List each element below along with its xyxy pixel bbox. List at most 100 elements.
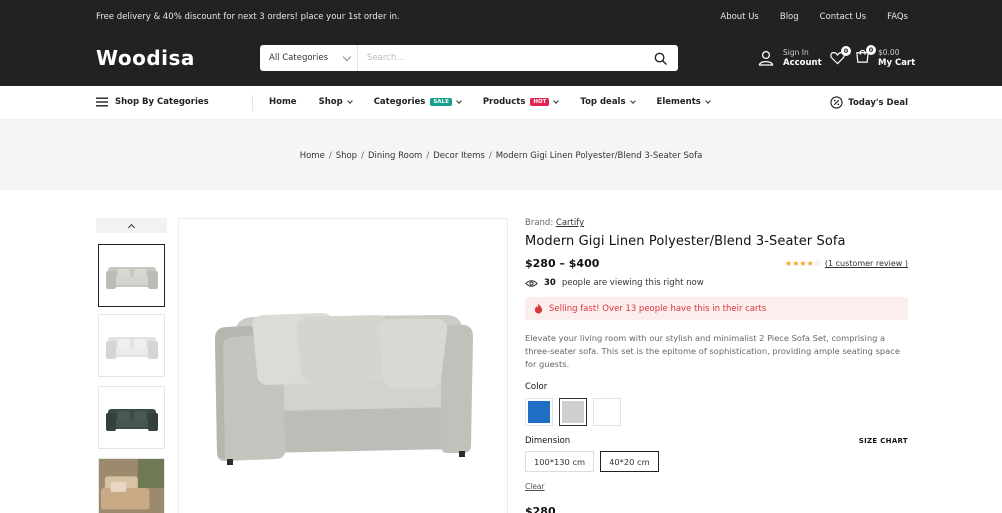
nav-item-home[interactable]: Home xyxy=(269,97,297,107)
nav-item-categories[interactable]: Categories SALE xyxy=(373,97,462,107)
brand-link[interactable]: Cartify xyxy=(556,218,584,228)
breadcrumb-current: Modern Gigi Linen Polyester/Blend 3-Seat… xyxy=(495,151,703,161)
thumbnail-white-sofa[interactable] xyxy=(98,314,165,377)
nav-item-top-deals[interactable]: Top deals xyxy=(580,97,636,107)
viewing-text: people are viewing this right now xyxy=(561,278,704,288)
shop-by-categories-label: Shop By Categories xyxy=(115,97,209,107)
star-rating: ★★★★☆ xyxy=(785,259,821,268)
site-logo[interactable]: Woodisa xyxy=(96,46,195,70)
dimension-option-selected[interactable]: 40*20 cm xyxy=(600,451,659,472)
nav-item-label: Shop xyxy=(318,97,343,107)
breadcrumb-decor-items[interactable]: Decor Items xyxy=(433,151,485,161)
hot-badge: HOT xyxy=(530,98,550,106)
dimension-option[interactable]: 100*130 cm xyxy=(525,451,595,472)
top-bar: Free delivery & 40% discount for next 3 … xyxy=(0,0,1002,32)
search-input[interactable] xyxy=(358,46,642,70)
eye-icon xyxy=(525,279,538,287)
dimension-label: Dimension xyxy=(525,436,571,446)
color-swatch-blue[interactable] xyxy=(525,398,553,426)
color-swatch-grey[interactable] xyxy=(559,398,587,426)
review-link[interactable]: (1 customer review ) xyxy=(825,259,908,268)
color-label: Color xyxy=(525,382,548,392)
nav-item-shop[interactable]: Shop xyxy=(318,97,353,107)
chevron-down-icon xyxy=(704,98,711,104)
search-button[interactable] xyxy=(642,45,678,71)
price-range: $280 – $400 xyxy=(525,257,600,270)
clear-selection-link[interactable]: Clear xyxy=(525,482,908,491)
breadcrumb-dining-room[interactable]: Dining Room xyxy=(368,151,422,161)
nav-item-elements[interactable]: Elements xyxy=(656,97,711,107)
site-header: Woodisa All Categories Sign In Account 0 xyxy=(0,32,1002,86)
breadcrumb-band: Home / Shop / Dining Room / Decor Items / Modern… xyxy=(0,120,1002,190)
thumbnail-green-sofa[interactable] xyxy=(98,386,165,449)
rating: ★★★★☆ (1 customer review ) xyxy=(785,259,908,268)
thumbnail-scroll-up-button[interactable] xyxy=(96,218,167,233)
chevron-down-icon xyxy=(455,98,462,104)
shop-by-categories-button[interactable]: Shop By Categories xyxy=(96,97,209,107)
sale-badge: SALE xyxy=(430,98,452,106)
room-image xyxy=(99,459,164,513)
nav-item-products[interactable]: Products HOT xyxy=(482,97,560,107)
cart-amount: $0.00 xyxy=(878,48,900,57)
product-description: Elevate your living room with our stylis… xyxy=(525,333,900,369)
sofa-image xyxy=(105,336,158,359)
brand-label: Brand: xyxy=(525,218,554,228)
breadcrumb: Home / Shop / Dining Room / Decor Items / Modern… xyxy=(0,151,1002,161)
discount-icon xyxy=(830,96,843,109)
category-select[interactable]: All Categories xyxy=(260,45,358,71)
chevron-down-icon xyxy=(629,98,636,104)
nav-item-label: Categories xyxy=(373,97,426,107)
breadcrumb-separator: / xyxy=(328,151,332,161)
viewing-count: 30 xyxy=(544,278,556,288)
brand-row: Brand: Cartify xyxy=(525,218,908,228)
breadcrumb-separator: / xyxy=(361,151,364,161)
breadcrumb-separator: / xyxy=(488,151,492,161)
account-label: Account xyxy=(783,58,822,68)
search-icon xyxy=(654,52,667,65)
wishlist-count-badge: 0 xyxy=(841,46,851,56)
cart-label: My Cart xyxy=(878,58,916,68)
cart-button[interactable]: 0 $0.00 My Cart xyxy=(855,44,916,68)
account-link[interactable]: Sign In Account xyxy=(758,48,822,68)
thumbnail-gallery xyxy=(96,218,167,513)
nav-item-label: Elements xyxy=(656,97,701,107)
chevron-down-icon xyxy=(342,52,352,61)
selling-fast-alert: Selling fast! Over 13 people have this i… xyxy=(525,297,908,320)
nav-menu: Home Shop Categories SALE Products HOT T… xyxy=(269,97,732,107)
thumbnail-lifestyle[interactable] xyxy=(98,458,165,513)
breadcrumb-shop[interactable]: Shop xyxy=(336,151,357,161)
main-product-image[interactable] xyxy=(178,218,508,513)
color-swatch-white[interactable] xyxy=(593,398,621,426)
size-chart-link[interactable]: SIZE CHART xyxy=(859,437,908,445)
thumbnail-grey-sofa[interactable] xyxy=(98,244,165,307)
price-row: $280 – $400 ★★★★☆ (1 customer review ) xyxy=(525,257,908,270)
chevron-down-icon xyxy=(553,98,560,104)
breadcrumb-separator: / xyxy=(426,151,430,161)
nav-item-label: Products xyxy=(482,97,526,107)
top-link-blog[interactable]: Blog xyxy=(780,12,799,22)
nav-item-label: Home xyxy=(269,97,297,107)
product-details: Brand: Cartify Modern Gigi Linen Polyest… xyxy=(525,218,908,513)
chevron-up-icon xyxy=(127,223,136,231)
star-icon: ★ xyxy=(806,259,814,268)
flame-icon xyxy=(534,303,543,314)
menu-icon xyxy=(96,97,108,107)
chevron-down-icon xyxy=(346,98,353,104)
viewing-count-row: 30 people are viewing this right now xyxy=(525,278,908,288)
sofa-image xyxy=(215,313,473,465)
nav-item-label: Top deals xyxy=(580,97,626,107)
top-link-about[interactable]: About Us xyxy=(720,12,758,22)
color-swatches xyxy=(525,398,908,426)
nav-divider xyxy=(252,95,253,111)
top-link-faqs[interactable]: FAQs xyxy=(887,12,908,22)
product-title: Modern Gigi Linen Polyester/Blend 3-Seat… xyxy=(525,234,846,249)
dimension-row: Dimension SIZE CHART xyxy=(525,436,908,446)
promo-text: Free delivery & 40% discount for next 3 … xyxy=(96,12,400,22)
top-link-contact[interactable]: Contact Us xyxy=(820,12,866,22)
wishlist-button[interactable]: 0 xyxy=(830,46,851,69)
breadcrumb-home[interactable]: Home xyxy=(300,151,325,161)
todays-deal-link[interactable]: Today's Deal xyxy=(830,96,908,109)
todays-deal-label: Today's Deal xyxy=(848,97,908,108)
top-links: About Us Blog Contact Us FAQs xyxy=(720,12,908,22)
current-price: $280 xyxy=(525,505,556,513)
